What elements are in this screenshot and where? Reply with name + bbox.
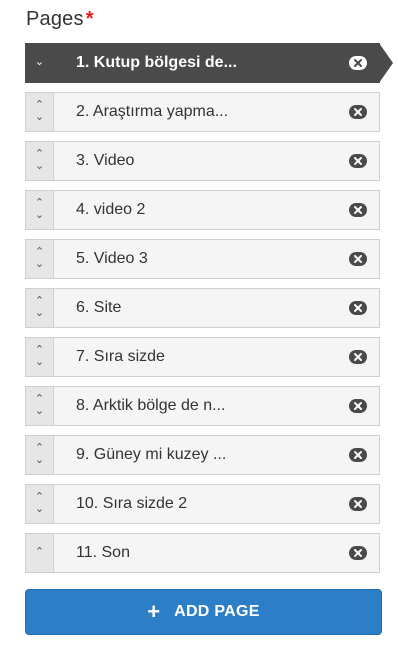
- page-item-6[interactable]: ⌃ ⌄ 6. Site: [25, 288, 395, 328]
- chevron-down-icon[interactable]: ⌄: [35, 455, 44, 467]
- reorder-handle[interactable]: ⌃ ⌄: [25, 141, 53, 181]
- page-item-label: 10. Sıra sizde 2: [76, 495, 188, 512]
- page-item-body[interactable]: 8. Arktik bölge de n...: [53, 386, 380, 426]
- page-item-8[interactable]: ⌃ ⌄ 8. Arktik bölge de n...: [25, 386, 395, 426]
- page-item-label: 8. Arktik bölge de n...: [76, 397, 226, 414]
- page-item-body[interactable]: 2. Araştırma yapma...: [53, 92, 380, 132]
- reorder-handle[interactable]: ⌃ ⌄: [25, 190, 53, 230]
- chevron-down-icon[interactable]: ⌄: [35, 57, 44, 69]
- active-indicator-arrow: [379, 43, 393, 83]
- page-item-body[interactable]: 11. Son: [53, 533, 380, 573]
- page-item-label: 3. Video: [76, 152, 135, 169]
- pages-title: Pages: [26, 8, 84, 30]
- chevron-down-icon[interactable]: ⌄: [35, 161, 44, 173]
- reorder-handle[interactable]: ⌃ ⌄: [25, 386, 53, 426]
- pages-list: ⌄ 1. Kutup bölgesi de... ⌃ ⌄ 2. Araştırm…: [25, 43, 395, 582]
- chevron-down-icon[interactable]: ⌄: [35, 308, 44, 320]
- chevron-down-icon[interactable]: ⌄: [35, 406, 44, 418]
- add-page-label: ADD PAGE: [174, 603, 260, 620]
- close-circle-icon[interactable]: [349, 252, 367, 266]
- reorder-handle[interactable]: ⌃: [25, 533, 53, 573]
- page-item-label: 11. Son: [76, 544, 130, 561]
- chevron-down-icon[interactable]: ⌄: [35, 504, 44, 516]
- close-circle-icon[interactable]: [349, 399, 367, 413]
- close-circle-icon[interactable]: [349, 203, 367, 217]
- page-item-2[interactable]: ⌃ ⌄ 2. Araştırma yapma...: [25, 92, 395, 132]
- reorder-handle[interactable]: ⌃ ⌄: [25, 288, 53, 328]
- close-circle-icon[interactable]: [349, 497, 367, 511]
- page-item-label: 7. Sıra sizde: [76, 348, 165, 365]
- reorder-handle[interactable]: ⌃ ⌄: [25, 337, 53, 377]
- page-item-label: 5. Video 3: [76, 250, 148, 267]
- page-item-label: 6. Site: [76, 299, 122, 316]
- close-circle-icon[interactable]: [349, 154, 367, 168]
- close-circle-icon[interactable]: [349, 301, 367, 315]
- page-item-body[interactable]: 9. Güney mi kuzey ...: [53, 435, 380, 475]
- page-item-body[interactable]: 3. Video: [53, 141, 380, 181]
- reorder-handle[interactable]: ⌄: [25, 43, 53, 83]
- close-circle-icon[interactable]: [349, 448, 367, 462]
- chevron-up-icon[interactable]: ⌃: [35, 547, 44, 559]
- close-circle-icon[interactable]: [349, 350, 367, 364]
- page-item-9[interactable]: ⌃ ⌄ 9. Güney mi kuzey ...: [25, 435, 395, 475]
- pages-header: Pages *: [26, 8, 94, 34]
- page-item-label: 1. Kutup bölgesi de...: [76, 54, 237, 71]
- page-item-body[interactable]: 6. Site: [53, 288, 380, 328]
- page-item-10[interactable]: ⌃ ⌄ 10. Sıra sizde 2: [25, 484, 395, 524]
- page-item-label: 2. Araştırma yapma...: [76, 103, 229, 120]
- chevron-down-icon[interactable]: ⌄: [35, 210, 44, 222]
- page-item-3[interactable]: ⌃ ⌄ 3. Video: [25, 141, 395, 181]
- page-item-5[interactable]: ⌃ ⌄ 5. Video 3: [25, 239, 395, 279]
- page-item-body[interactable]: 4. video 2: [53, 190, 380, 230]
- add-page-button[interactable]: + ADD PAGE: [25, 589, 382, 635]
- chevron-down-icon[interactable]: ⌄: [35, 112, 44, 124]
- reorder-handle[interactable]: ⌃ ⌄: [25, 484, 53, 524]
- chevron-down-icon[interactable]: ⌄: [35, 259, 44, 271]
- page-item-7[interactable]: ⌃ ⌄ 7. Sıra sizde: [25, 337, 395, 377]
- close-circle-icon[interactable]: [349, 105, 367, 119]
- page-item-label: 4. video 2: [76, 201, 146, 218]
- page-item-body[interactable]: 1. Kutup bölgesi de...: [53, 43, 393, 83]
- close-circle-icon[interactable]: [349, 546, 367, 560]
- reorder-handle[interactable]: ⌃ ⌄: [25, 92, 53, 132]
- page-item-body[interactable]: 10. Sıra sizde 2: [53, 484, 380, 524]
- close-circle-icon[interactable]: [349, 56, 367, 70]
- required-asterisk: *: [85, 8, 94, 30]
- page-item-body[interactable]: 5. Video 3: [53, 239, 380, 279]
- page-item-11[interactable]: ⌃ 11. Son: [25, 533, 395, 573]
- page-item-4[interactable]: ⌃ ⌄ 4. video 2: [25, 190, 395, 230]
- reorder-handle[interactable]: ⌃ ⌄: [25, 239, 53, 279]
- page-item-1[interactable]: ⌄ 1. Kutup bölgesi de...: [25, 43, 395, 83]
- reorder-handle[interactable]: ⌃ ⌄: [25, 435, 53, 475]
- page-item-label: 9. Güney mi kuzey ...: [76, 446, 227, 463]
- chevron-down-icon[interactable]: ⌄: [35, 357, 44, 369]
- plus-icon: +: [147, 599, 161, 624]
- page-item-body[interactable]: 7. Sıra sizde: [53, 337, 380, 377]
